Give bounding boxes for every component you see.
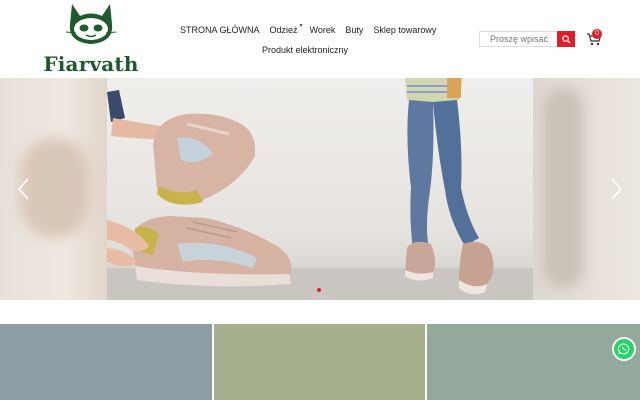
next-slide-blur: [543, 88, 583, 288]
category-panel-2[interactable]: [214, 324, 425, 400]
nav-item-home[interactable]: STRONA GŁÓWNA: [180, 25, 260, 35]
brand-logo[interactable]: Fiarvath: [40, 2, 142, 76]
chevron-right-icon[interactable]: [608, 177, 624, 201]
dropdown-caret-icon: ▾: [299, 23, 303, 29]
category-panel-3[interactable]: [427, 324, 640, 400]
category-panel-1[interactable]: [0, 324, 212, 400]
hero-slider: [0, 78, 640, 300]
nav-row-1: STRONA GŁÓWNA Odzież ▾ Worek Buty Sklep t…: [180, 20, 436, 40]
main-nav: STRONA GŁÓWNA Odzież ▾ Worek Buty Sklep t…: [180, 20, 436, 60]
nav-item-electronics[interactable]: Produkt elektroniczny: [262, 45, 348, 55]
slide-image-sneakers[interactable]: [107, 78, 533, 300]
chevron-left-icon[interactable]: [16, 177, 32, 201]
nav-row-2: Produkt elektroniczny: [180, 40, 430, 60]
search-input[interactable]: [479, 31, 557, 47]
nav-item-shoes[interactable]: Buty: [345, 25, 363, 35]
search-icon: [561, 34, 571, 44]
sneakers-illustration: [107, 78, 533, 300]
nav-item-shop[interactable]: Sklep towarowy: [373, 25, 436, 35]
search-box: [479, 31, 575, 47]
brand-name: Fiarvath: [43, 52, 139, 76]
cart-count-badge: 0: [592, 29, 602, 39]
slider-dot-active[interactable]: [317, 288, 321, 292]
search-button[interactable]: [557, 31, 575, 47]
nav-item-clothing[interactable]: Odzież ▾: [269, 23, 303, 35]
whatsapp-icon: [618, 343, 630, 355]
nav-item-clothing-label: Odzież: [269, 25, 298, 35]
nav-item-bags[interactable]: Worek: [310, 25, 336, 35]
cat-logo-icon: [65, 4, 117, 44]
whatsapp-button[interactable]: [612, 337, 636, 361]
site-header: Fiarvath STRONA GŁÓWNA Odzież ▾ Worek But…: [0, 0, 640, 78]
